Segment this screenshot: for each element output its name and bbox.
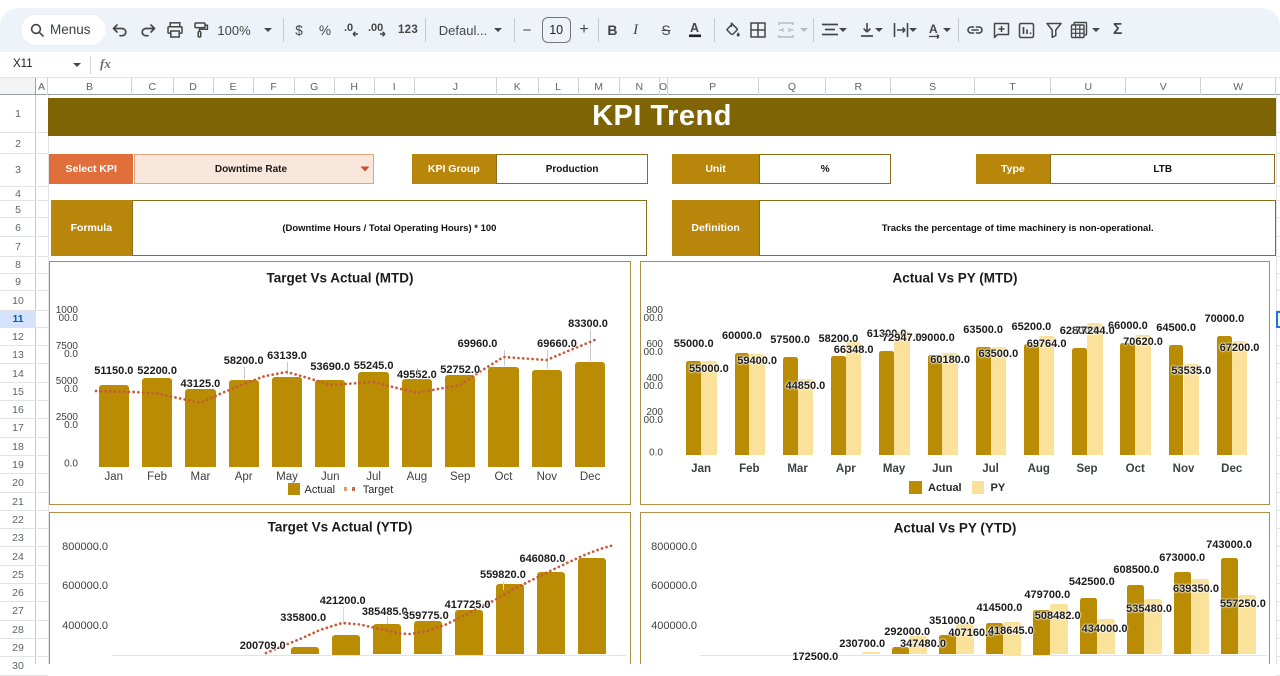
svg-text:A: A xyxy=(929,22,938,36)
svg-text:A: A xyxy=(690,21,699,35)
